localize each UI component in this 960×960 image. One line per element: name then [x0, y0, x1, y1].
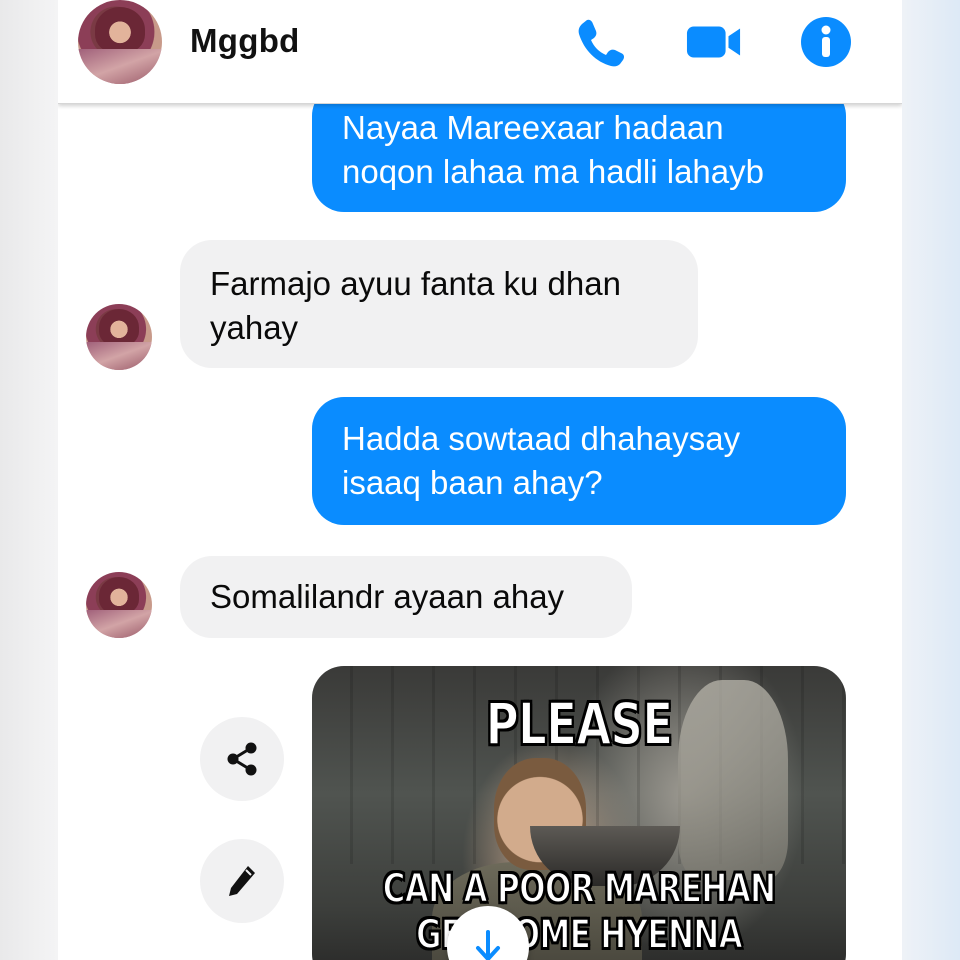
conversation-thread: Nayaa Mareexaar hadaan noqon lahaa ma ha… [58, 0, 902, 960]
message-incoming[interactable]: Farmajo ayuu fanta ku dhan yahay [180, 240, 698, 368]
share-icon [227, 742, 257, 776]
message-text: Somalilandr ayaan ahay [210, 578, 565, 615]
phone-icon [578, 19, 625, 67]
video-camera-icon [686, 26, 741, 58]
contact-avatar[interactable] [86, 304, 152, 370]
share-button[interactable] [200, 717, 284, 801]
meme-top-text: PLEASE [485, 689, 674, 759]
message-text: Farmajo ayuu fanta ku dhan yahay [210, 265, 621, 346]
messenger-screen: Nayaa Mareexaar hadaan noqon lahaa ma ha… [58, 0, 902, 960]
contact-avatar[interactable] [78, 0, 162, 84]
meme-image[interactable]: PLEASE CAN A POOR MAREHAN GET SOME HYENN… [312, 666, 846, 960]
meme-bottom-text: CAN A POOR MAREHAN GET SOME HYENNA MEAT? [382, 865, 777, 960]
info-icon [801, 17, 851, 67]
contact-name[interactable]: Mggbd [190, 22, 300, 60]
info-button[interactable] [798, 14, 854, 70]
download-icon [476, 930, 500, 960]
pencil-icon [229, 866, 255, 896]
call-button[interactable] [572, 14, 628, 70]
message-text: Nayaa Mareexaar hadaan noqon lahaa ma ha… [342, 109, 764, 190]
video-call-button[interactable] [686, 14, 742, 70]
contact-avatar[interactable] [86, 572, 152, 638]
message-outgoing[interactable]: Hadda sowtaad dhahaysay isaaq baan ahay? [312, 397, 846, 525]
conversation-header: Mggbd [58, 0, 902, 104]
edit-button[interactable] [200, 839, 284, 923]
message-incoming[interactable]: Somalilandr ayaan ahay [180, 556, 632, 638]
message-text: Hadda sowtaad dhahaysay isaaq baan ahay? [342, 420, 741, 501]
